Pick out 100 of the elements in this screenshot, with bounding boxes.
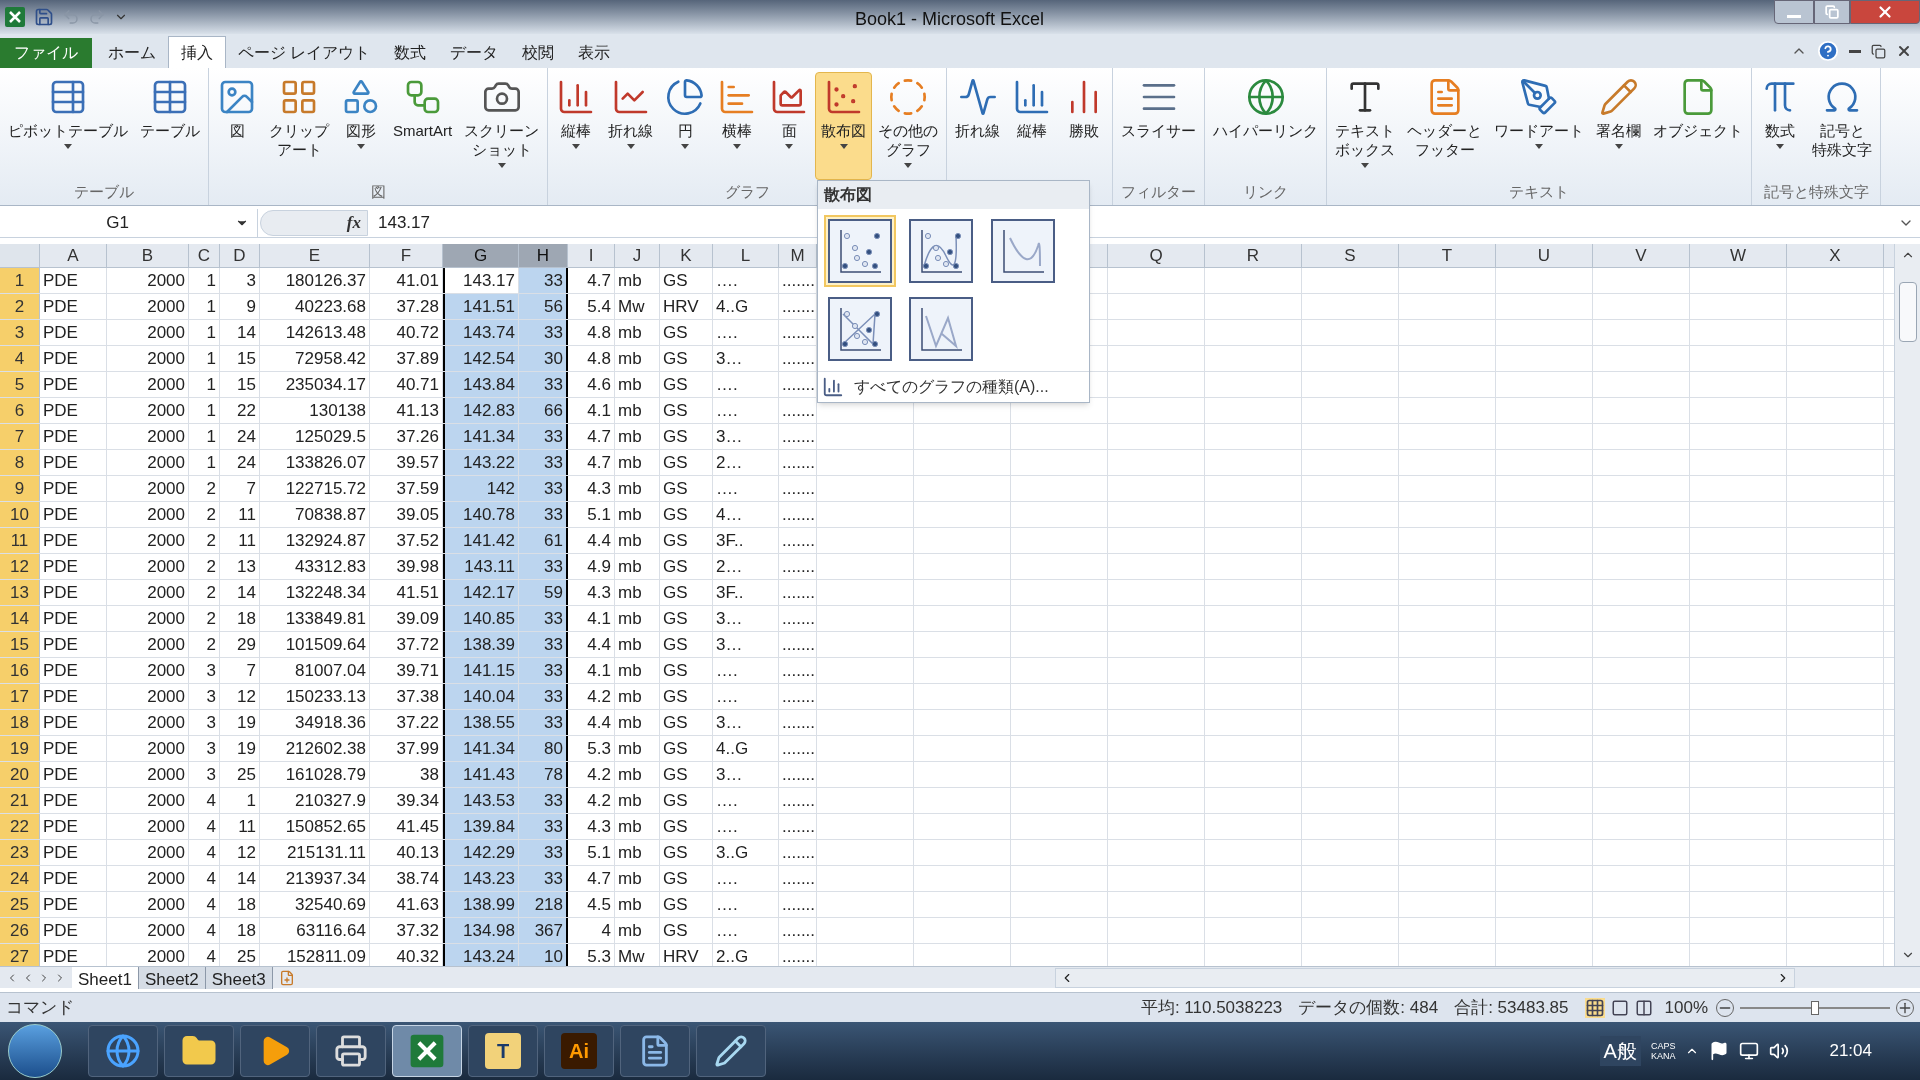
column-header[interactable]: I xyxy=(568,244,615,267)
column-header[interactable]: V xyxy=(1593,244,1690,267)
save-icon[interactable] xyxy=(34,7,54,27)
row-header[interactable]: 16 xyxy=(0,658,40,683)
row-header[interactable]: 24 xyxy=(0,866,40,891)
row-header[interactable]: 11 xyxy=(0,528,40,553)
restore-button[interactable] xyxy=(1814,0,1850,24)
row-header[interactable]: 8 xyxy=(0,450,40,475)
column-header[interactable]: H xyxy=(519,244,568,267)
row-header[interactable]: 19 xyxy=(0,736,40,761)
row-header[interactable]: 26 xyxy=(0,918,40,943)
ribbon-button[interactable]: 円 xyxy=(659,72,712,180)
restore-icon[interactable] xyxy=(1871,43,1886,59)
sheet-tab[interactable]: Sheet3 xyxy=(205,966,273,989)
row-header[interactable]: 25 xyxy=(0,892,40,917)
page-layout-icon[interactable] xyxy=(1610,998,1629,1017)
row-header[interactable]: 18 xyxy=(0,710,40,735)
ime-indicator[interactable]: A般 xyxy=(1599,1036,1641,1066)
column-header[interactable]: Q xyxy=(1108,244,1205,267)
close-button[interactable] xyxy=(1850,0,1920,24)
ribbon-button[interactable]: 横棒 xyxy=(711,72,764,180)
row-header[interactable]: 23 xyxy=(0,840,40,865)
column-header[interactable]: C xyxy=(189,244,220,267)
file-tab[interactable]: ファイル xyxy=(0,38,92,68)
column-header[interactable]: W xyxy=(1690,244,1787,267)
ribbon-tab[interactable]: 数式 xyxy=(382,38,439,68)
column-header[interactable]: B xyxy=(107,244,189,267)
horizontal-scrollbar[interactable] xyxy=(1054,967,1795,988)
ribbon-tab[interactable]: ホーム xyxy=(96,38,168,68)
ribbon-button[interactable]: 図形 xyxy=(335,72,387,180)
page-break-icon[interactable] xyxy=(1634,998,1653,1017)
zoom-thumb[interactable] xyxy=(1811,1000,1819,1015)
vertical-scrollbar[interactable] xyxy=(1894,244,1920,966)
ribbon-button[interactable]: 縦棒 xyxy=(550,72,603,180)
scroll-thumb[interactable] xyxy=(1898,282,1917,342)
close-icon[interactable] xyxy=(1896,43,1912,59)
column-header[interactable]: R xyxy=(1205,244,1302,267)
zoom-slider[interactable] xyxy=(1740,1000,1890,1015)
ribbon-button[interactable]: オブジェクト xyxy=(1647,72,1750,180)
row-header[interactable]: 6 xyxy=(0,398,40,423)
ribbon-button[interactable]: テキスト ボックス xyxy=(1329,72,1402,180)
ribbon-tab[interactable]: データ xyxy=(438,38,511,68)
row-header[interactable]: 27 xyxy=(0,944,40,966)
row-header[interactable]: 17 xyxy=(0,684,40,709)
help-icon[interactable] xyxy=(1817,40,1839,62)
sheet-tab[interactable]: Sheet2 xyxy=(138,966,206,989)
ribbon-button[interactable]: ピボットテーブル xyxy=(2,72,134,180)
ribbon-button[interactable]: ハイパーリンク xyxy=(1207,72,1325,180)
taskbar-app-button[interactable] xyxy=(88,1025,158,1077)
ribbon-tab[interactable]: 表示 xyxy=(566,38,623,68)
ribbon-button[interactable]: その他の グラフ xyxy=(872,72,945,180)
column-header[interactable]: J xyxy=(615,244,660,267)
row-header[interactable]: 1 xyxy=(0,268,40,293)
column-header[interactable]: D xyxy=(220,244,260,267)
ribbon-button[interactable]: 図 xyxy=(211,72,263,180)
row-header[interactable]: 9 xyxy=(0,476,40,501)
start-button[interactable] xyxy=(8,1024,62,1078)
row-header[interactable]: 20 xyxy=(0,762,40,787)
taskbar-app-button[interactable]: Ai xyxy=(544,1025,614,1077)
taskbar-app-button[interactable]: T xyxy=(468,1025,538,1077)
row-header[interactable]: 7 xyxy=(0,424,40,449)
ribbon-button[interactable]: ワードアート xyxy=(1488,72,1591,180)
ribbon-tab[interactable]: 校閲 xyxy=(510,38,567,68)
taskbar-app-button[interactable] xyxy=(316,1025,386,1077)
column-header[interactable]: X xyxy=(1787,244,1884,267)
column-header[interactable]: S xyxy=(1302,244,1399,267)
all-chart-types-item[interactable]: すべてのグラフの種類(A)... xyxy=(854,375,1049,399)
ribbon-button[interactable]: 記号と 特殊文字 xyxy=(1806,72,1879,180)
taskbar-app-button[interactable] xyxy=(696,1025,766,1077)
insert-sheet-icon[interactable] xyxy=(278,969,295,986)
row-header[interactable]: 14 xyxy=(0,606,40,631)
taskbar-app-button[interactable] xyxy=(240,1025,310,1077)
sheet-tab[interactable]: Sheet1 xyxy=(72,966,139,989)
taskbar-app-button[interactable] xyxy=(620,1025,690,1077)
clock[interactable]: 21:04 xyxy=(1829,1038,1872,1064)
column-header[interactable]: A xyxy=(40,244,107,267)
row-header[interactable]: 13 xyxy=(0,580,40,605)
row-header[interactable]: 21 xyxy=(0,788,40,813)
column-header[interactable]: U xyxy=(1496,244,1593,267)
row-header[interactable]: 2 xyxy=(0,294,40,319)
row-header[interactable]: 5 xyxy=(0,372,40,397)
taskbar-app-button[interactable] xyxy=(164,1025,234,1077)
name-box[interactable]: G1 xyxy=(0,208,258,237)
row-header[interactable]: 12 xyxy=(0,554,40,579)
column-header[interactable]: L xyxy=(713,244,779,267)
minimize-button[interactable] xyxy=(1774,0,1814,24)
column-header[interactable]: E xyxy=(260,244,370,267)
column-header[interactable]: K xyxy=(660,244,713,267)
normal-view-icon[interactable] xyxy=(1584,997,1605,1018)
formula-input[interactable]: 143.17 xyxy=(378,209,1898,236)
ribbon-button[interactable]: クリップ アート xyxy=(263,72,335,180)
ribbon-button[interactable]: 折れ線 xyxy=(949,72,1007,180)
ribbon-button[interactable]: 面 xyxy=(763,72,816,180)
scatter-option[interactable] xyxy=(824,215,896,287)
ribbon-button[interactable]: 縦棒 xyxy=(1006,72,1059,180)
row-header[interactable]: 15 xyxy=(0,632,40,657)
row-header[interactable]: 10 xyxy=(0,502,40,527)
row-header[interactable]: 3 xyxy=(0,320,40,345)
flag-icon[interactable] xyxy=(1709,1041,1730,1061)
column-header[interactable]: G xyxy=(443,244,519,267)
